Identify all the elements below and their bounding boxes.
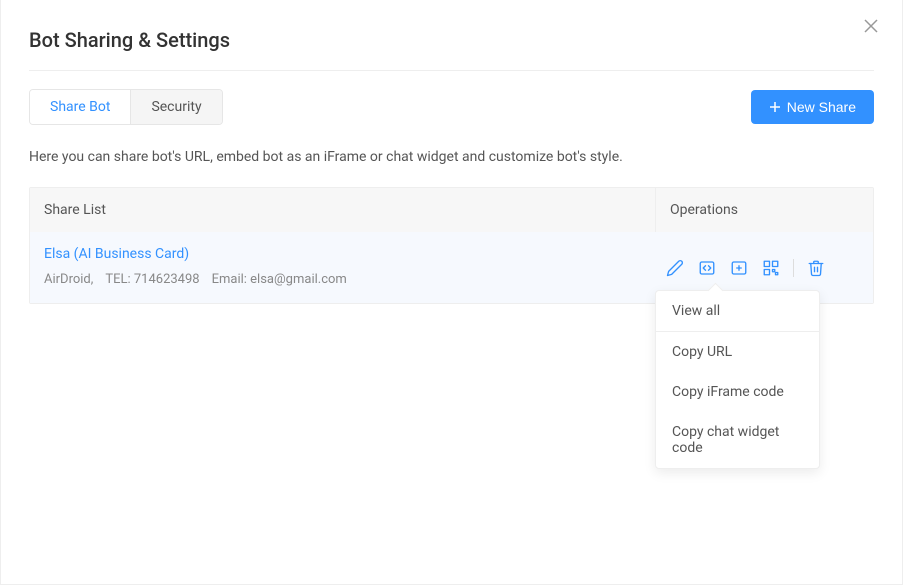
page-title: Bot Sharing & Settings xyxy=(29,28,874,70)
embed-popover: View all Copy URL Copy iFrame code Copy … xyxy=(655,290,820,469)
share-item-tel: TEL: 714623498 xyxy=(105,272,199,287)
table-row: Elsa (AI Business Card) AirDroid, TEL: 7… xyxy=(30,232,873,303)
qr-code-button[interactable] xyxy=(761,258,781,278)
divider xyxy=(29,70,874,71)
edit-button[interactable] xyxy=(665,258,685,278)
new-share-label: New Share xyxy=(787,99,856,115)
new-share-button[interactable]: New Share xyxy=(751,90,874,124)
delete-button[interactable] xyxy=(806,258,826,278)
column-operations: Operations xyxy=(655,188,873,232)
share-table: Share List Operations Elsa (AI Business … xyxy=(29,187,874,304)
operations-cell: View all Copy URL Copy iFrame code Copy … xyxy=(655,232,873,303)
tab-share-bot[interactable]: Share Bot xyxy=(30,90,130,124)
share-item-org: AirDroid, xyxy=(44,272,93,287)
code-icon xyxy=(698,259,716,277)
tabs: Share Bot Security xyxy=(29,89,223,125)
tab-security[interactable]: Security xyxy=(130,90,221,124)
qr-code-icon xyxy=(762,259,780,277)
description: Here you can share bot's URL, embed bot … xyxy=(29,149,874,165)
popover-copy-widget[interactable]: Copy chat widget code xyxy=(656,412,819,468)
divider-vertical xyxy=(793,259,794,277)
table-header: Share List Operations xyxy=(30,188,873,232)
popover-view-all[interactable]: View all xyxy=(656,291,819,332)
share-item-email: Email: elsa@gmail.com xyxy=(212,272,347,287)
trash-icon xyxy=(807,259,825,277)
add-window-icon xyxy=(730,259,748,277)
popover-copy-url[interactable]: Copy URL xyxy=(656,332,819,372)
close-button[interactable] xyxy=(864,18,878,37)
pencil-icon xyxy=(666,259,684,277)
share-item-meta: AirDroid, TEL: 714623498 Email: elsa@gma… xyxy=(44,272,641,287)
share-item-title[interactable]: Elsa (AI Business Card) xyxy=(44,246,641,262)
close-icon xyxy=(864,19,878,33)
embed-code-button[interactable] xyxy=(697,258,717,278)
column-share-list: Share List xyxy=(30,188,655,232)
popover-copy-iframe[interactable]: Copy iFrame code xyxy=(656,372,819,412)
add-window-button[interactable] xyxy=(729,258,749,278)
plus-icon xyxy=(769,101,781,113)
